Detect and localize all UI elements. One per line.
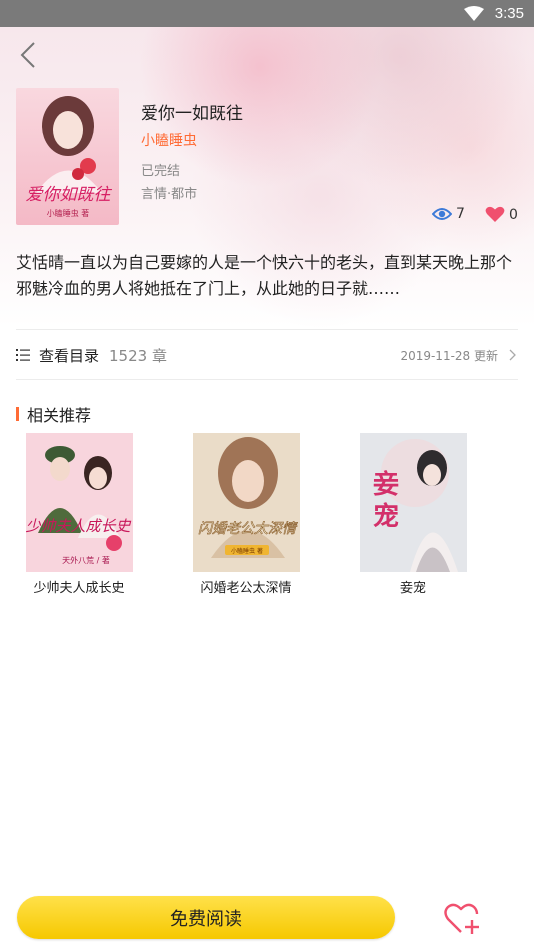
cover-author-text: 小瞌睡虫 著 xyxy=(47,208,90,218)
svg-text:妾: 妾 xyxy=(372,469,398,500)
divider xyxy=(16,329,518,330)
book-author[interactable]: 小瞌睡虫 xyxy=(141,130,197,150)
back-arrow-icon[interactable] xyxy=(16,40,40,70)
status-time: 3:35 xyxy=(494,5,524,22)
svg-text:宠: 宠 xyxy=(372,501,398,532)
recommendation-cover[interactable]: 闪婚老公太深情 小瞌睡虫 著 xyxy=(192,433,300,572)
free-read-button[interactable]: 免费阅读 xyxy=(17,896,395,939)
recommendation-cover[interactable]: 妾 宠 xyxy=(359,433,467,572)
like-count-value: 0 xyxy=(509,206,518,223)
book-cover: 爱你如既往 小瞌睡虫 著 xyxy=(16,88,119,225)
recommendation-cover[interactable]: 少帅夫人成长史 天外八荒 / 著 xyxy=(25,433,133,572)
recommendation-cover-text: 少帅夫人成长史 xyxy=(26,517,131,535)
recommendation-item[interactable]: 妾 宠 妾宠 xyxy=(338,433,488,596)
wifi-icon xyxy=(464,6,484,21)
recommendation-cover-text: 闪婚老公太深情 xyxy=(198,521,298,537)
catalog-label: 查看目录 xyxy=(39,346,100,365)
divider xyxy=(16,379,518,380)
recommendation-title[interactable]: 少帅夫人成长史 xyxy=(4,577,154,596)
update-date: 2019-11-28 更新 xyxy=(400,348,498,363)
cover-title-text: 爱你如既往 xyxy=(26,185,113,205)
heart-plus-icon[interactable] xyxy=(443,898,485,938)
list-icon xyxy=(16,349,30,361)
recommendation-item[interactable]: 少帅夫人成长史 天外八荒 / 著 少帅夫人成长史 xyxy=(4,433,154,596)
recommendation-cover-author: 小瞌睡虫 著 xyxy=(231,547,263,555)
book-status: 已完结 xyxy=(141,164,181,179)
status-bar: 3:35 xyxy=(0,0,534,27)
view-count-value: 7 xyxy=(456,206,465,222)
eye-icon xyxy=(432,208,452,220)
like-count[interactable]: 0 xyxy=(485,206,518,223)
recommendations-title: 相关推荐 xyxy=(27,406,92,425)
book-synopsis: 艾恬晴一直以为自己要嫁的人是一个快六十的老头，直到某天晚上那个邪魅冷血的男人将她… xyxy=(16,253,513,298)
recommendations-heading: 相关推荐 xyxy=(16,402,91,426)
heart-icon xyxy=(485,206,505,222)
chevron-right-icon xyxy=(509,349,516,361)
chapter-count: 1523 章 xyxy=(109,346,167,365)
view-count: 7 xyxy=(432,206,465,222)
recommendation-title[interactable]: 闪婚老公太深情 xyxy=(171,577,321,596)
recommendation-item[interactable]: 闪婚老公太深情 小瞌睡虫 著 闪婚老公太深情 xyxy=(171,433,321,596)
section-accent-bar xyxy=(16,407,19,421)
book-genre: 言情·都市 xyxy=(141,187,198,202)
recommendation-cover-author: 天外八荒 / 著 xyxy=(62,555,110,565)
book-title: 爱你一如既往 xyxy=(141,104,243,124)
recommendation-title[interactable]: 妾宠 xyxy=(338,577,488,596)
catalog-link[interactable]: 查看目录 1523 章 2019-11-28 更新 xyxy=(16,340,518,370)
